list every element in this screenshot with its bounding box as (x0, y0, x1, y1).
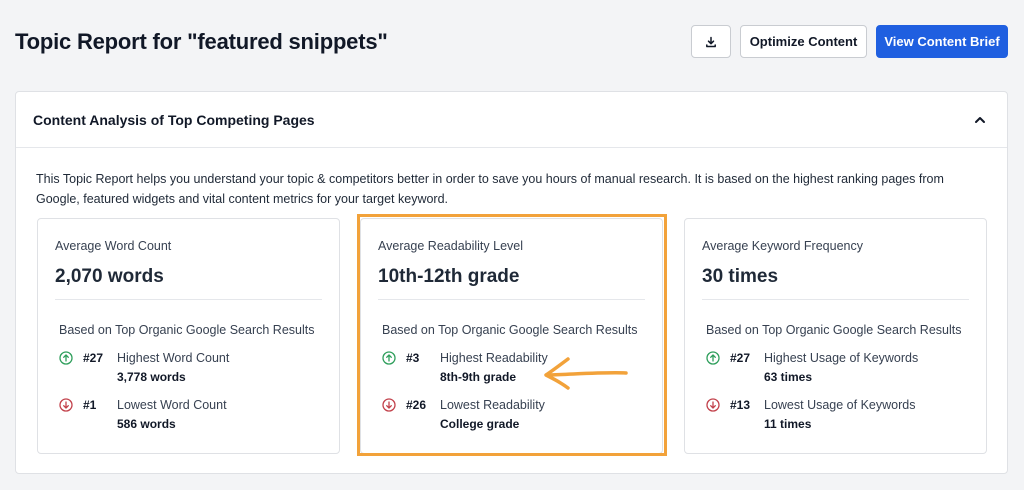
stat-rank: #26 (406, 398, 427, 412)
card-value: 10th-12th grade (378, 266, 520, 287)
arrow-up-circle-icon (59, 351, 73, 365)
card-value: 30 times (702, 266, 779, 287)
card-source: Based on Top Organic Google Search Resul… (706, 323, 962, 337)
stat-value: 11 times (764, 417, 812, 431)
card-divider (378, 299, 645, 300)
panel-header[interactable]: Content Analysis of Top Competing Pages (16, 92, 1007, 148)
stat-title: Highest Word Count (117, 351, 230, 365)
stat-title: Lowest Word Count (117, 398, 227, 412)
panel-description: This Topic Report helps you understand y… (36, 172, 944, 206)
stat-rank: #3 (406, 351, 420, 365)
card-source: Based on Top Organic Google Search Resul… (382, 323, 638, 337)
card-divider (702, 299, 969, 300)
stat-value: 586 words (117, 417, 176, 431)
stat-rank: #27 (730, 351, 751, 365)
content-analysis-panel: Content Analysis of Top Competing Pages … (15, 91, 1008, 474)
page-title: Topic Report for "featured snippets" (15, 29, 388, 54)
download-icon (706, 36, 716, 47)
stat-rank: #13 (730, 398, 751, 412)
lowest-stat-row: #13 Lowest Usage of Keywords 11 times (706, 397, 966, 437)
card-label: Average Word Count (55, 239, 172, 253)
stat-value: College grade (440, 417, 520, 431)
highest-stat-row: #27 Highest Word Count 3,778 words (59, 350, 319, 390)
stat-value: 63 times (764, 370, 813, 384)
arrow-up-circle-icon (706, 351, 720, 365)
stat-value: 8th-9th grade (440, 370, 517, 384)
card-label: Average Readability Level (378, 239, 524, 253)
arrow-down-circle-icon (59, 398, 73, 412)
view-content-brief-button[interactable]: View Content Brief (876, 25, 1008, 58)
lowest-stat-row: #26 Lowest Readability College grade (382, 397, 642, 437)
stat-title: Highest Readability (440, 351, 548, 365)
card-divider (55, 299, 322, 300)
arrow-down-circle-icon (706, 398, 720, 412)
arrow-up-circle-icon (382, 351, 396, 365)
stat-rank: #1 (83, 398, 97, 412)
optimize-content-button[interactable]: Optimize Content (740, 25, 867, 58)
stat-value: 3,778 words (117, 370, 186, 384)
panel-title: Content Analysis of Top Competing Pages (33, 112, 315, 128)
card-source: Based on Top Organic Google Search Resul… (59, 323, 315, 337)
readability-card: Average Readability Level 10th-12th grad… (360, 218, 663, 454)
card-label: Average Keyword Frequency (702, 239, 863, 253)
stat-rank: #27 (83, 351, 104, 365)
lowest-stat-row: #1 Lowest Word Count 586 words (59, 397, 319, 437)
highest-stat-row: #27 Highest Usage of Keywords 63 times (706, 350, 966, 390)
highest-stat-row: #3 Highest Readability 8th-9th grade (382, 350, 642, 390)
keyword-frequency-card: Average Keyword Frequency 30 times Based… (684, 218, 987, 454)
download-button[interactable] (691, 25, 731, 58)
stat-title: Highest Usage of Keywords (764, 351, 919, 365)
stat-title: Lowest Readability (440, 398, 545, 412)
chevron-up-icon[interactable] (973, 113, 987, 127)
stat-title: Lowest Usage of Keywords (764, 398, 916, 412)
word-count-card: Average Word Count 2,070 words Based on … (37, 218, 340, 454)
arrow-down-circle-icon (382, 398, 396, 412)
card-value: 2,070 words (55, 266, 164, 287)
